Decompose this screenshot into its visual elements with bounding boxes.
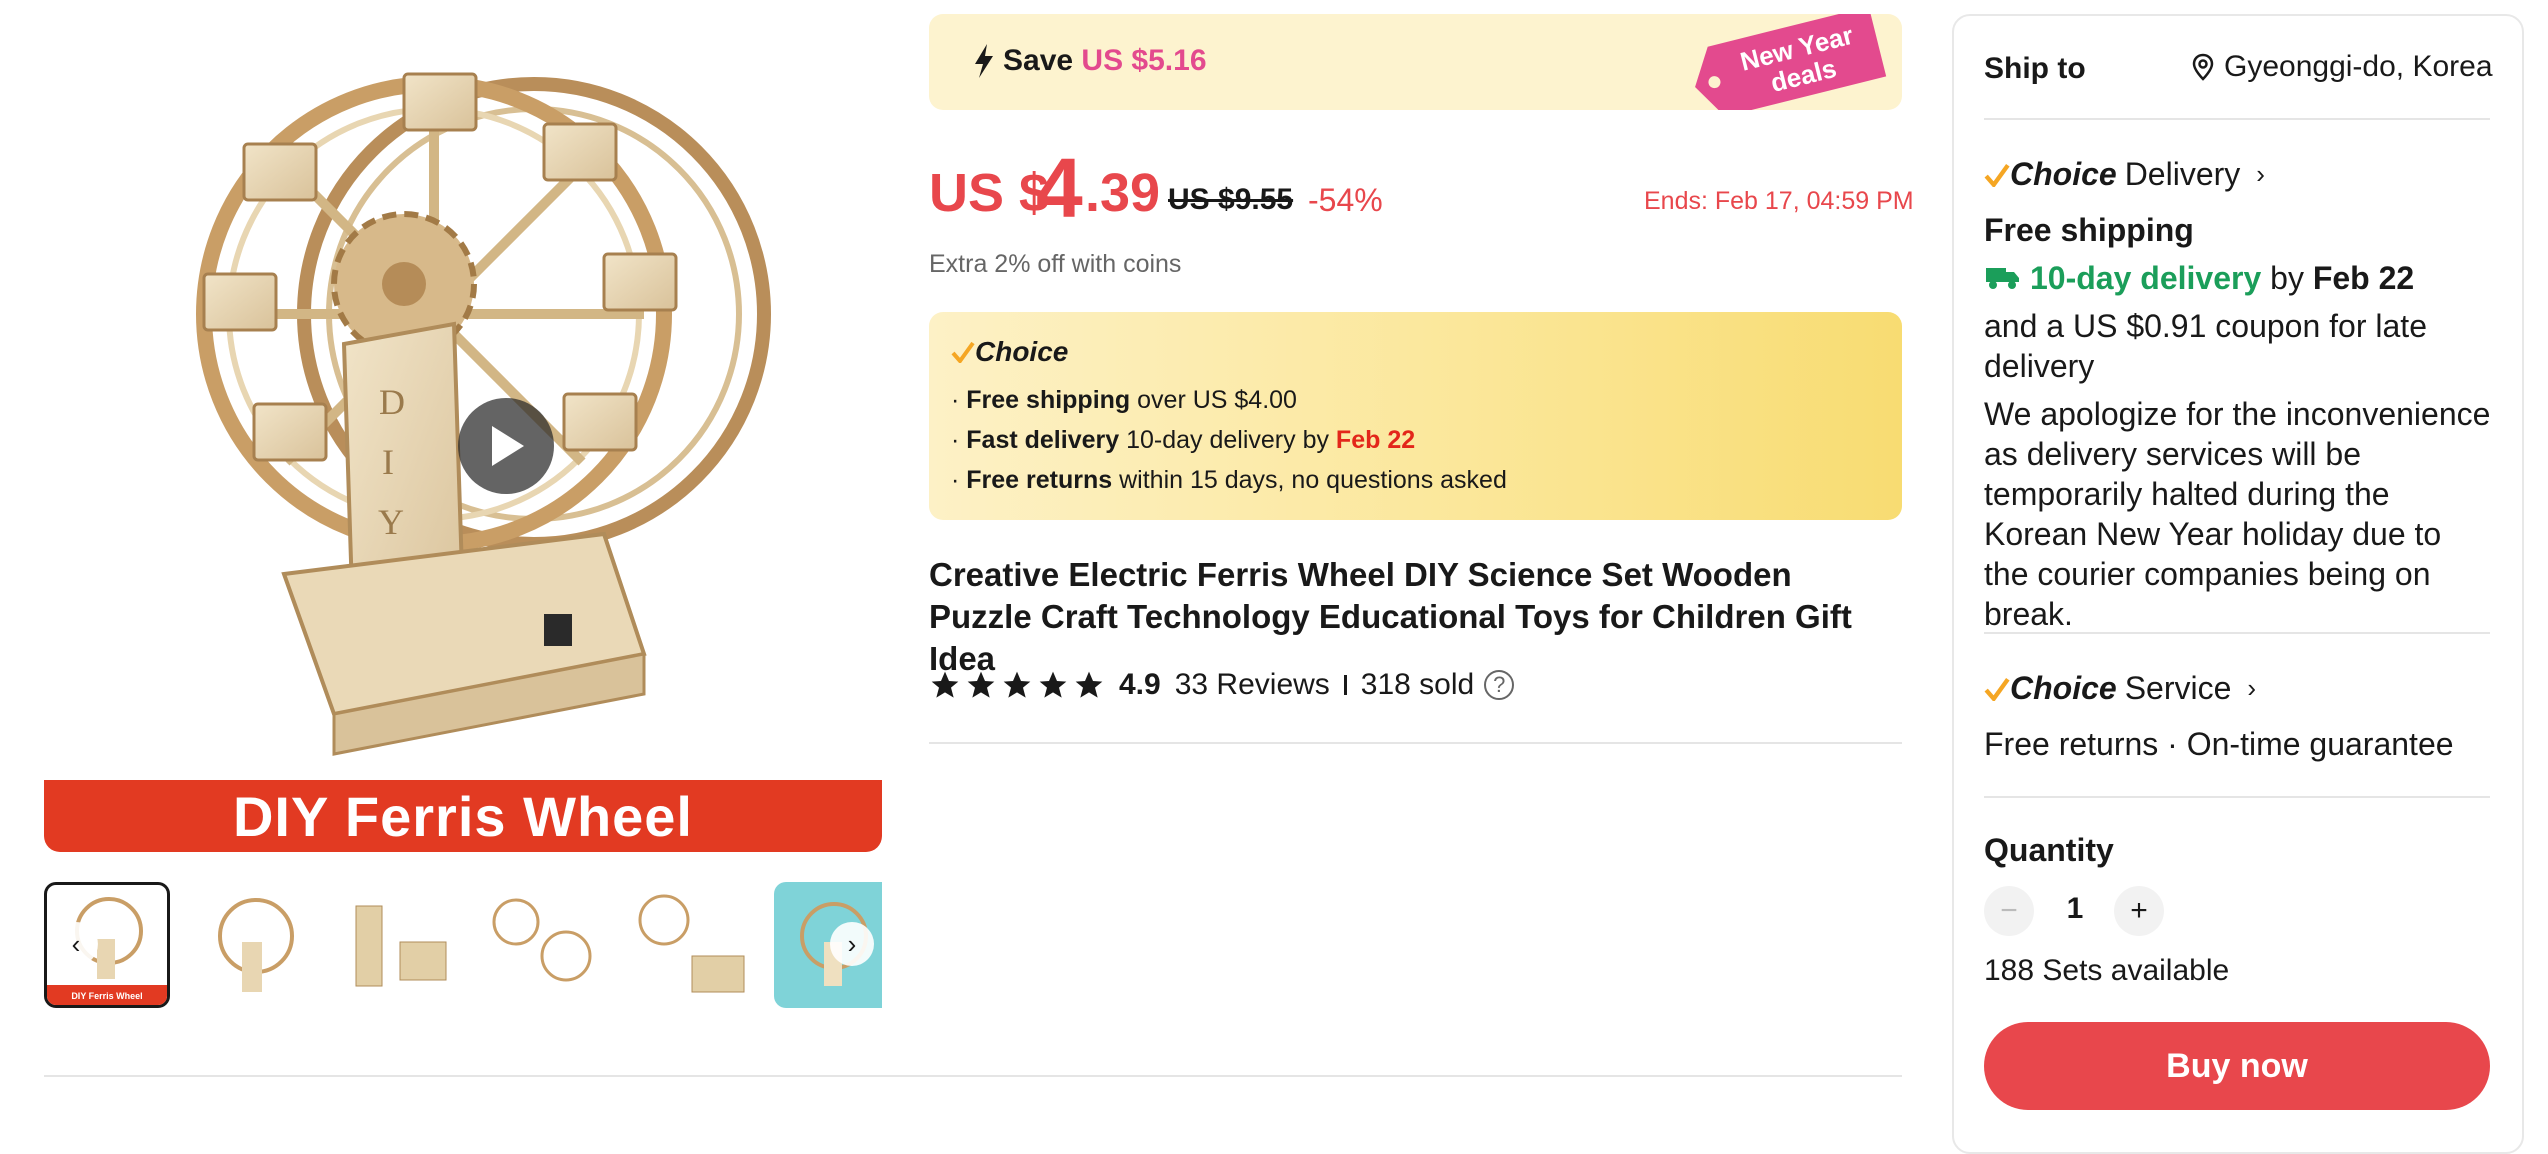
reviews-link[interactable]: 33 Reviews — [1175, 668, 1330, 702]
choice-line2-date: Feb 22 — [1335, 426, 1416, 454]
truck-icon — [1986, 268, 2019, 289]
choice-check-icon — [951, 341, 975, 365]
choice-line1-rest: over US $4.00 — [1130, 386, 1297, 414]
choice-line3-rest: within 15 days, no questions asked — [1112, 466, 1507, 494]
choice-logo: Choice — [951, 336, 1068, 368]
ship-to-label: Ship to — [1984, 52, 2086, 85]
play-icon — [492, 426, 524, 466]
choice-logo-text: Choice — [975, 336, 1069, 367]
coins-note: Extra 2% off with coins — [929, 250, 1182, 278]
price-original: US $9.55 — [1168, 183, 1294, 216]
late-delivery-coupon-note: and a US $0.91 coupon for late delivery — [1984, 308, 2427, 384]
choice-benefits-box[interactable]: Choice · Free shipping over US $4.00 · F… — [929, 312, 1902, 520]
choice-line-free-returns: · Free returns within 15 days, no questi… — [951, 466, 1507, 495]
help-icon[interactable]: ? — [1484, 670, 1515, 700]
main-product-image[interactable]: D I Y DIY Ferris Wheel — [44, 14, 882, 852]
thumbnail-image — [355, 905, 447, 987]
ship-to-location[interactable]: Gyeonggi-do, Korea — [2192, 50, 2493, 84]
choice-line2-rest: 10-day delivery by — [1119, 426, 1336, 454]
rating-value: 4.9 — [1119, 668, 1161, 701]
delivery-date: Feb 22 — [2312, 260, 2415, 296]
choice-line1-bold: Free shipping — [966, 386, 1131, 414]
quantity-label: Quantity — [1984, 832, 2114, 868]
ferris-wheel-product-illustration: D I Y — [196, 72, 771, 756]
thumbnail-4[interactable] — [482, 882, 608, 1008]
star-icon — [1003, 671, 1031, 698]
panel-divider — [1984, 796, 2490, 798]
price-cents: .39 — [1085, 163, 1161, 223]
price-discount: -54% — [1308, 182, 1383, 218]
section-divider — [929, 742, 1902, 744]
star-icon — [1075, 671, 1103, 698]
panel-divider — [1984, 118, 2490, 120]
sold-count: 318 sold — [1360, 668, 1475, 701]
sale-ends-timer: Ends: Feb 17, 04:59 PM — [1644, 187, 1914, 215]
section-divider — [44, 1075, 1902, 1077]
choice-check-icon — [1984, 677, 2010, 701]
delivery-estimate: 10-day delivery by Feb 22 — [1984, 258, 2504, 298]
play-video-button[interactable] — [458, 398, 554, 494]
holiday-apology-note: We apologize for the inconvenience as de… — [1984, 396, 2491, 632]
thumbnail-image — [492, 898, 592, 982]
panel-divider — [1984, 632, 2490, 634]
save-text: Save US $5.16 — [1003, 44, 1207, 78]
choice-line2-bold: Fast delivery — [966, 426, 1120, 454]
chevron-right-icon: › — [2256, 159, 2265, 189]
buy-now-button[interactable]: Buy now — [1984, 1022, 2490, 1110]
delivery-by: by — [2261, 260, 2313, 296]
bullet: · — [951, 386, 960, 414]
location-pin-icon — [2192, 53, 2214, 81]
thumbnail-3[interactable] — [336, 882, 462, 1008]
save-label: Save — [1003, 44, 1074, 77]
thumbnail-image — [638, 894, 745, 993]
star-icon — [967, 671, 995, 698]
separator — [1343, 675, 1347, 695]
price-currency: US $ — [929, 163, 1050, 223]
quantity-value[interactable]: 1 — [2060, 892, 2090, 926]
quantity-decrease-button[interactable]: − — [1984, 886, 2034, 936]
thumbnail-5[interactable] — [628, 882, 754, 1008]
choice-line3-bold: Free returns — [966, 466, 1113, 494]
tower-letter-i: I — [382, 442, 394, 482]
rating-row: 4.9 33 Reviews 318 sold ? — [929, 662, 1515, 708]
bullet: · — [951, 426, 960, 454]
choice-check-icon — [1984, 163, 2010, 187]
new-year-deals-tag[interactable]: New Year deals — [1684, 14, 1890, 110]
promo-save-bar: Save US $5.16 New Year deals — [929, 14, 1902, 110]
choice-delivery-header[interactable]: Choice Delivery › — [1984, 156, 2265, 193]
star-rating[interactable] — [929, 669, 1105, 701]
choice-line-fast-delivery: · Fast delivery 10-day delivery by Feb 2… — [951, 426, 1415, 455]
bullet: · — [951, 466, 960, 494]
tower-letter-y: Y — [378, 502, 404, 542]
star-icon — [1039, 671, 1067, 698]
thumbnail-banner-text: DIY Ferris Wheel — [71, 991, 142, 1001]
quantity-increase-button[interactable]: + — [2114, 886, 2164, 936]
thumbnail-next-arrow-icon[interactable]: › — [830, 922, 874, 966]
choice-delivery-label: Delivery — [2124, 156, 2241, 192]
tower-letter-d: D — [379, 382, 405, 422]
delivery-days: 10-day delivery — [2030, 260, 2262, 296]
thumbnail-strip: DIY Ferris Wheel ‹ › — [44, 882, 882, 1012]
thumbnail-image — [218, 898, 294, 992]
star-icon — [931, 671, 959, 698]
price-whole: 4 — [1036, 141, 1083, 235]
service-description: Free returns · On-time guarantee — [1984, 726, 2454, 762]
thumbnail-prev-arrow-icon[interactable]: ‹ — [54, 922, 98, 966]
choice-service-header[interactable]: Choice Service › — [1984, 670, 2256, 707]
free-shipping-text: Free shipping — [1984, 212, 2194, 248]
stock-available: 188 Sets available — [1984, 954, 2230, 987]
save-amount: US $5.16 — [1081, 44, 1207, 77]
location-text: Gyeonggi-do, Korea — [2224, 50, 2493, 83]
choice-brand: Choice — [2010, 156, 2117, 192]
lightning-icon — [975, 44, 993, 78]
choice-service-label: Service — [2124, 670, 2232, 706]
image-banner: DIY Ferris Wheel — [44, 780, 882, 852]
chevron-right-icon: › — [2247, 673, 2257, 703]
choice-brand: Choice — [2010, 670, 2117, 706]
thumbnail-2[interactable] — [190, 882, 316, 1008]
choice-line-free-shipping: · Free shipping over US $4.00 — [951, 386, 1297, 415]
